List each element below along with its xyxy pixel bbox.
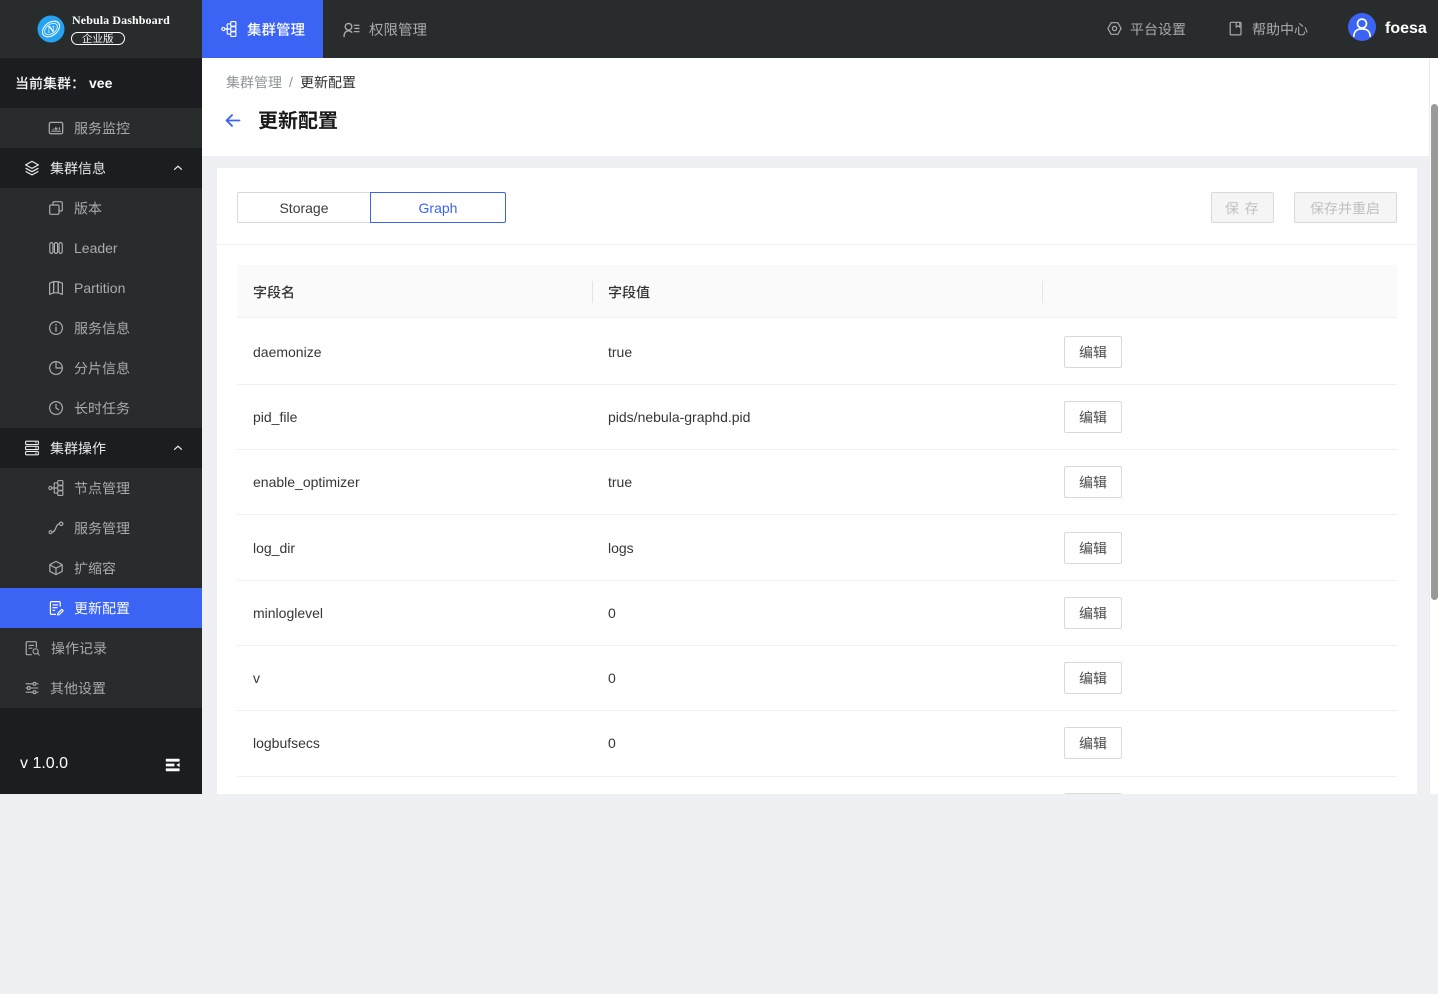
svg-text:N: N [48, 25, 55, 35]
